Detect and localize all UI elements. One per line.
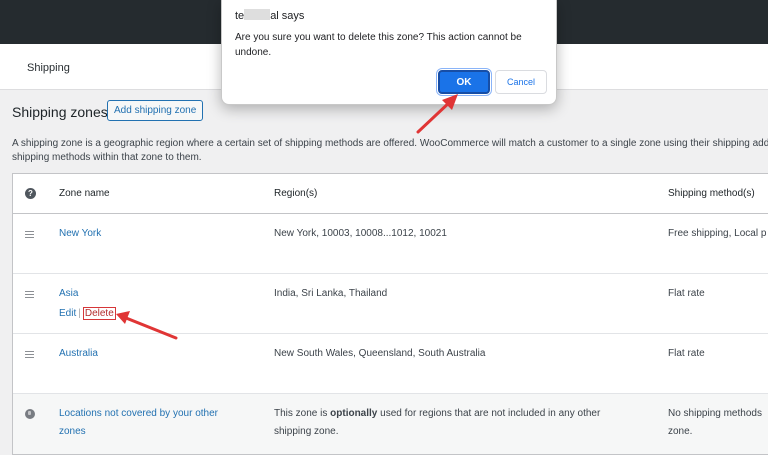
- zone-name-link[interactable]: Asia: [59, 285, 78, 303]
- add-shipping-zone-button[interactable]: Add shipping zone: [107, 100, 204, 121]
- column-header-regions: Region(s): [274, 188, 318, 199]
- table-row: New York New York, 10003, 10008...1012, …: [13, 214, 768, 274]
- column-header-zone-name: Zone name: [59, 188, 110, 199]
- zone-shipping-methods: Flat rate: [668, 288, 705, 299]
- zone-regions: New South Wales, Queensland, South Austr…: [274, 348, 486, 359]
- fallback-zone-regions: This zone is optionally used for regions…: [274, 408, 601, 437]
- help-icon[interactable]: ?: [25, 185, 36, 203]
- shipping-zones-heading: Shipping zones: [12, 104, 108, 120]
- fallback-zone-name-line-1: Locations not covered by your other: [59, 408, 218, 419]
- cancel-button[interactable]: Cancel: [495, 70, 547, 94]
- dialog-title: te al says: [235, 9, 305, 22]
- shipping-zones-table: ? Zone name Region(s) Shipping method(s)…: [12, 173, 768, 455]
- drag-handle-icon[interactable]: [25, 285, 34, 307]
- table-row-fallback-zone: Locations not covered by your other zone…: [13, 394, 768, 454]
- drag-handle-icon[interactable]: [25, 225, 34, 247]
- row-actions: Edit | Delete: [59, 307, 116, 321]
- fallback-zone-name-line-2: zones: [59, 426, 86, 437]
- confirm-dialog: te al says Are you sure you want to delet…: [221, 0, 557, 105]
- ok-button[interactable]: OK: [436, 68, 492, 96]
- redacted-text: [244, 9, 271, 20]
- description-line-2: shipping methods within that zone to the…: [12, 152, 202, 163]
- delete-zone-link[interactable]: Delete: [82, 307, 116, 320]
- edit-zone-link[interactable]: Edit: [59, 308, 76, 319]
- column-header-shipping-methods: Shipping method(s): [668, 188, 755, 199]
- zone-name-link[interactable]: Australia: [59, 345, 98, 363]
- table-row: Australia New South Wales, Queensland, S…: [13, 334, 768, 394]
- description-line-1: A shipping zone is a geographic region w…: [12, 138, 768, 149]
- table-row: Asia Edit | Delete India, Sri Lanka, Thail…: [13, 274, 768, 334]
- table-header: ? Zone name Region(s) Shipping method(s): [13, 174, 768, 214]
- row-action-separator: |: [78, 308, 81, 319]
- shipping-zones-description: A shipping zone is a geographic region w…: [12, 137, 768, 165]
- fallback-zone-shipping-methods: No shipping methods zone.: [668, 408, 762, 437]
- globe-icon: [25, 405, 35, 426]
- zone-shipping-methods: Flat rate: [668, 348, 705, 359]
- zone-name-link[interactable]: New York: [59, 225, 101, 243]
- zone-shipping-methods: Free shipping, Local p: [668, 228, 767, 239]
- drag-handle-icon[interactable]: [25, 345, 34, 367]
- zone-regions: India, Sri Lanka, Thailand: [274, 288, 388, 299]
- fallback-zone-link[interactable]: Locations not covered by your other zone…: [59, 405, 218, 441]
- zone-regions: New York, 10003, 10008...1012, 10021: [274, 228, 447, 239]
- dialog-message: Are you sure you want to delete this zon…: [235, 32, 522, 58]
